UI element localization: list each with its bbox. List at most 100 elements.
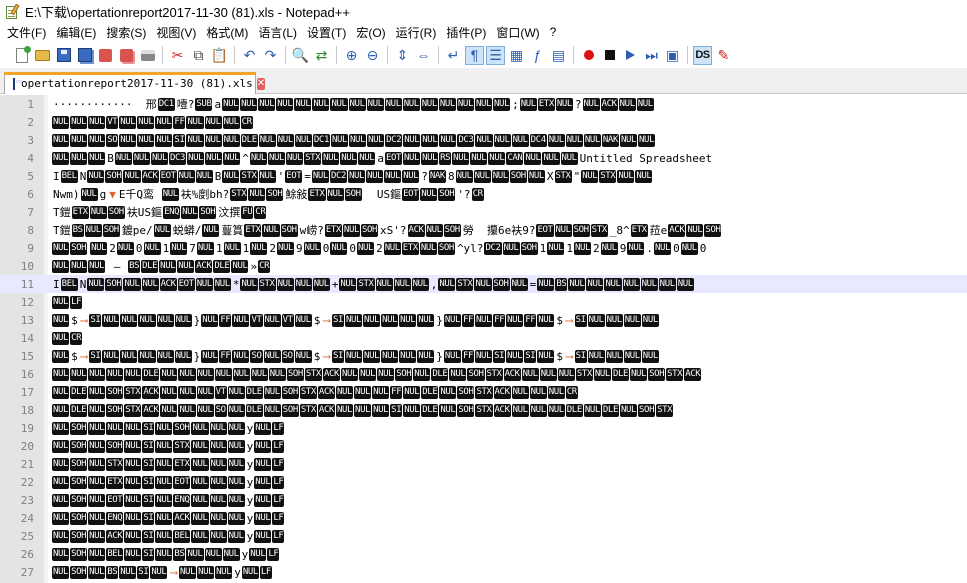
redo-button[interactable]: ↷ bbox=[261, 46, 280, 65]
folder-workspace-button[interactable]: ▤ bbox=[549, 46, 568, 65]
editor-line[interactable]: 14 NUL CR bbox=[0, 329, 967, 347]
editor-line[interactable]: 5 I BEL N NUL SOH NUL ACK EOT NUL NUL B NUL STX NUL ' EO… bbox=[0, 167, 967, 185]
stop-record-button[interactable] bbox=[600, 46, 619, 65]
editor-line[interactable]: 2 NUL NUL NUL VT NUL NUL NUL FF NUL NUL NUL CR bbox=[0, 113, 967, 131]
editor-line[interactable]: 20 NUL SOH NUL SOH NUL SI NUL STX NUL NUL NUL y NUL LF bbox=[0, 437, 967, 455]
zoom-in-button[interactable]: ⊕ bbox=[342, 46, 361, 65]
control-char-token: NUL bbox=[249, 151, 267, 165]
control-char-token: NUL bbox=[510, 277, 528, 291]
control-char-token: NUL bbox=[630, 367, 648, 381]
doc-map-icon: ▦ bbox=[509, 47, 524, 63]
paste-button[interactable]: 📋 bbox=[210, 46, 229, 65]
menu-item-9[interactable]: 插件(P) bbox=[443, 24, 493, 41]
control-char-token: VT bbox=[250, 313, 263, 327]
undo-button[interactable]: ↶ bbox=[240, 46, 259, 65]
close-all-button[interactable] bbox=[117, 46, 136, 65]
word-wrap-button[interactable]: ↵ bbox=[444, 46, 463, 65]
control-char-token: LF bbox=[272, 475, 285, 489]
editor-line[interactable]: 4 NUL NUL NUL B NUL NUL NUL DC3 NUL NUL NUL ^ NUL NUL N… bbox=[0, 149, 967, 167]
cut-button[interactable]: ✂ bbox=[168, 46, 187, 65]
control-char-token: NUL bbox=[52, 295, 70, 309]
editor-line[interactable]: 16 NUL NUL NUL NUL NUL DLE NUL NUL NUL NUL NUL NUL NU… bbox=[0, 365, 967, 383]
run-macro-multiple-button[interactable]: ⏭ bbox=[642, 46, 661, 65]
print-button[interactable] bbox=[138, 46, 157, 65]
sync-vertical-button[interactable]: ⇕ bbox=[393, 46, 412, 65]
line-content: NUL $ ⟶ SI NUL NUL NUL NUL NUL} NUL FF NUL SO NUL SO NU… bbox=[52, 347, 660, 365]
tab-opertationreport[interactable]: opertationreport2017-11-30 (81).xls ✕ bbox=[4, 72, 266, 94]
save-button[interactable] bbox=[54, 46, 73, 65]
menu-item-2[interactable]: 搜索(S) bbox=[103, 24, 153, 41]
editor-line[interactable]: 15 NUL $ ⟶ SI NUL NUL NUL NUL NUL} NUL FF NUL SO NUL SO… bbox=[0, 347, 967, 365]
editor-line[interactable]: 6 Nwm) NUL g ▼ E千Q鸾 NUL 衭%剫bh? STX NUL SOH 鮽敍 ETX NU… bbox=[0, 185, 967, 203]
editor-line[interactable]: 18 NUL DLE NUL SOH STX ACK NUL NUL NUL SO NUL DLE NUL… bbox=[0, 401, 967, 419]
text-token: X bbox=[546, 169, 554, 183]
open-folder-button[interactable] bbox=[33, 46, 52, 65]
control-char-token: NUL bbox=[680, 241, 698, 255]
show-all-chars-button[interactable]: ¶ bbox=[465, 45, 484, 65]
control-char-token: NUL bbox=[403, 133, 421, 147]
editor-line[interactable]: 25 NUL SOH NUL ACK NUL SI NUL BEL NUL NUL NUL y NUL LF bbox=[0, 527, 967, 545]
editor-line[interactable]: 9 NUL SOH NUL 2 NUL 0 NUL 1 NUL 7 NUL 1 NUL 1 NUL 2 NUL 9… bbox=[0, 239, 967, 257]
play-macro-icon bbox=[626, 50, 635, 60]
record-macro-button[interactable] bbox=[579, 46, 598, 65]
editor-line[interactable]: 21 NUL SOH NUL STX NUL SI NUL ETX NUL NUL NUL y NUL LF bbox=[0, 455, 967, 473]
editor-line[interactable]: 7 T鎧 ETX NUL SOH 衭US鏂 ENQ NUL SOH 汶撰 FU CR bbox=[0, 203, 967, 221]
control-char-token: SOH bbox=[395, 367, 413, 381]
line-number: 17 bbox=[20, 385, 34, 399]
menu-item-6[interactable]: 设置(T) bbox=[304, 24, 353, 41]
control-char-token: SOH bbox=[443, 223, 461, 237]
save-macro-button[interactable]: ▣ bbox=[663, 46, 682, 65]
close-button[interactable] bbox=[96, 46, 115, 65]
spell-check-button[interactable]: ✎ bbox=[714, 46, 733, 65]
show-all-chars-icon: ¶ bbox=[470, 47, 479, 63]
doc-map-button[interactable]: ▦ bbox=[507, 46, 526, 65]
indent-guide-button[interactable]: ☰ bbox=[486, 45, 505, 65]
editor-line[interactable]: 10 NUL NUL NUL — BS DLE NUL NUL ACK DLE NUL» CR bbox=[0, 257, 967, 275]
control-char-token: NUL bbox=[89, 205, 107, 219]
control-char-token: NUL bbox=[155, 547, 173, 561]
ds-button[interactable]: DS bbox=[693, 45, 712, 65]
play-macro-button[interactable] bbox=[621, 46, 640, 65]
new-file-button[interactable] bbox=[12, 45, 31, 65]
editor-line[interactable]: 23 NUL SOH NUL EOT NUL SI NUL ENQ NUL NUL NUL y NUL LF bbox=[0, 491, 967, 509]
editor-line[interactable]: 3 NUL NUL NUL SO NUL NUL NUL SI NUL NUL NUL DLE NUL NU… bbox=[0, 131, 967, 149]
zoom-out-button[interactable]: ⊖ bbox=[363, 46, 382, 65]
menu-item-7[interactable]: 宏(O) bbox=[353, 24, 392, 41]
editor-line[interactable]: 27 NUL SOH NUL BS NUL SI NUL ⟶ NUL NUL NUL y NUL LF bbox=[0, 563, 967, 581]
editor-line[interactable]: 13 NUL $ ⟶ SI NUL NUL NUL NUL NUL} NUL FF NUL VT NUL VT… bbox=[0, 311, 967, 329]
menu-item-1[interactable]: 编辑(E) bbox=[53, 24, 103, 41]
menu-item-11[interactable]: ? bbox=[547, 25, 564, 39]
editor-line[interactable]: 22 NUL SOH NUL ETX NUL SI NUL EOT NUL NUL NUL y NUL LF bbox=[0, 473, 967, 491]
editor-line[interactable]: 17 NUL DLE NUL SOH STX ACK NUL NUL NUL VT NUL DLE NUL… bbox=[0, 383, 967, 401]
menu-item-4[interactable]: 格式(M) bbox=[203, 24, 255, 41]
editor-line[interactable]: 8 T鎧 BS NUL SOH 鍍pe/NUL 蜕蟒/NUL 蘴篔 ETX NUL SOH w崂? ET… bbox=[0, 221, 967, 239]
control-char-token: SOH bbox=[70, 547, 88, 561]
control-char-token: NUL bbox=[375, 277, 393, 291]
menu-item-0[interactable]: 文件(F) bbox=[4, 24, 53, 41]
control-char-token: STX bbox=[575, 367, 593, 381]
save-all-button[interactable] bbox=[75, 46, 94, 65]
editor-line[interactable]: 1 ············ 邢 DC1 噎? SUB a NUL NUL NUL NUL NUL N… bbox=[0, 95, 967, 113]
sync-horizontal-button[interactable]: ⇔ bbox=[414, 46, 433, 65]
control-char-token: NUL bbox=[191, 439, 209, 453]
menu-item-10[interactable]: 窗口(W) bbox=[493, 24, 546, 41]
editor-line[interactable]: 12 NUL LF bbox=[0, 293, 967, 311]
line-number: 16 bbox=[20, 367, 34, 381]
function-list-button[interactable]: ƒ bbox=[528, 46, 547, 65]
menu-item-5[interactable]: 语言(L) bbox=[255, 24, 304, 41]
control-char-token: NUL bbox=[153, 223, 171, 237]
editor-line[interactable]: 19 NUL SOH NUL NUL NUL SI NUL SOH NUL NUL NUL y NUL LF bbox=[0, 419, 967, 437]
replace-button[interactable]: ⇄ bbox=[312, 46, 331, 65]
editor-line[interactable]: 26 NUL SOH NUL BEL NUL SI NUL BS NUL NUL NUL y NUL LF bbox=[0, 545, 967, 563]
line-content: NUL SOH NUL ETX NUL SI NUL EOT NUL NUL NUL y NUL LF bbox=[52, 473, 285, 491]
text-token: I bbox=[53, 169, 60, 183]
tab-close-icon[interactable]: ✕ bbox=[256, 77, 266, 90]
control-char-token: STX bbox=[304, 151, 322, 165]
editor-line[interactable]: 11 I BEL N NUL SOH NUL NUL ACK EOT NUL NUL * NUL STX NU… bbox=[0, 275, 967, 293]
copy-button[interactable]: ⧉ bbox=[189, 46, 208, 65]
menu-item-8[interactable]: 运行(R) bbox=[393, 24, 444, 41]
find-button[interactable]: 🔍 bbox=[291, 46, 310, 65]
editor-area[interactable]: 1 ············ 邢 DC1 噎? SUB a NUL NUL NUL NUL NUL N… bbox=[0, 95, 967, 583]
menu-item-3[interactable]: 视图(V) bbox=[153, 24, 203, 41]
editor-line[interactable]: 24 NUL SOH NUL ENQ NUL SI NUL ACK NUL NUL NUL y NUL LF bbox=[0, 509, 967, 527]
